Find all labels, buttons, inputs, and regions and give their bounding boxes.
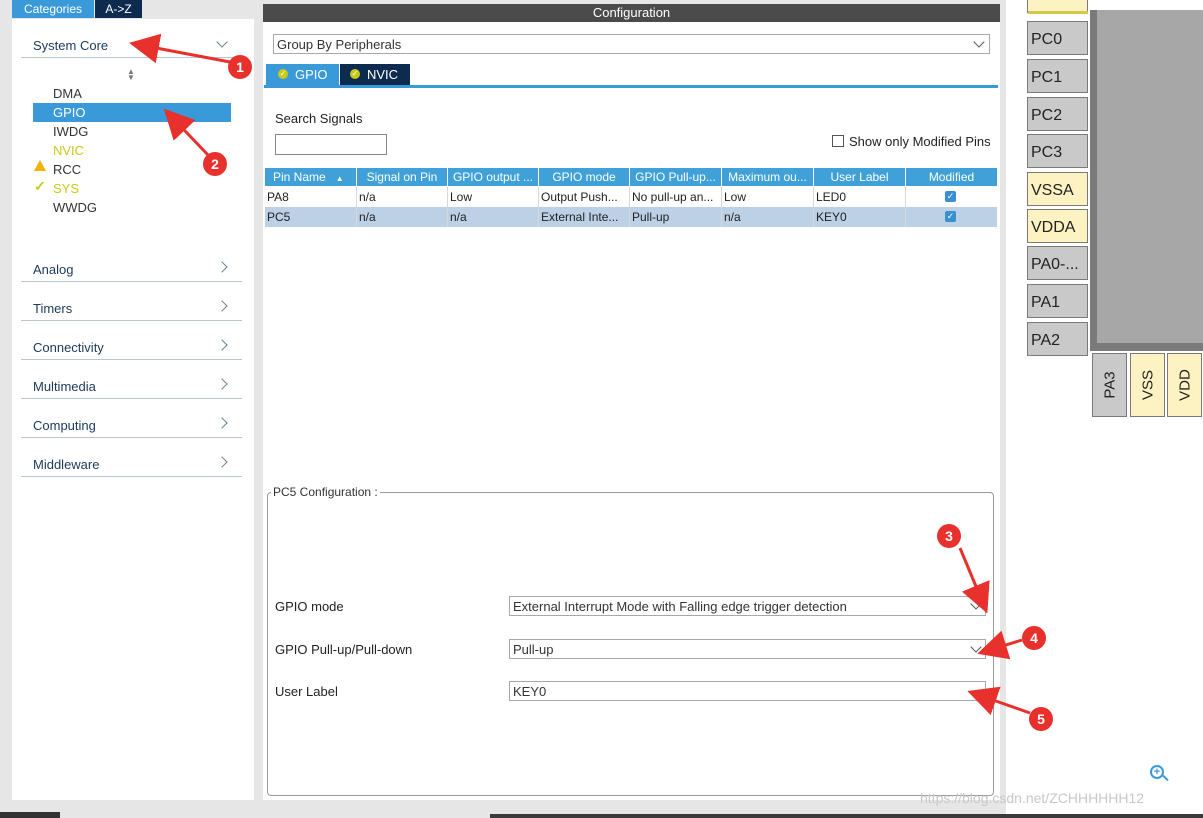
annotation-badge: 1 <box>228 55 252 79</box>
annotation-badge: 2 <box>203 152 227 176</box>
annotation-badge: 4 <box>1022 626 1046 650</box>
arrow-4 <box>977 630 1023 660</box>
annotation-arrows <box>129 33 1031 716</box>
annotation-badge: 5 <box>1029 707 1053 731</box>
arrow-2 <box>163 108 210 157</box>
arrow-5 <box>967 686 1031 716</box>
arrow-1 <box>129 33 231 64</box>
annotation-badge: 3 <box>937 524 961 548</box>
arrow-3 <box>958 547 990 614</box>
